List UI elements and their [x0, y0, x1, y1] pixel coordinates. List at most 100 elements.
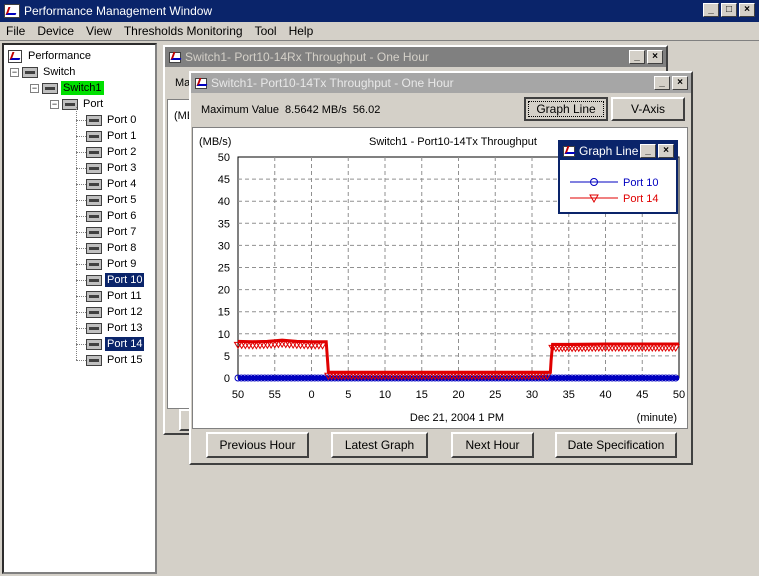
tree-connector: [76, 184, 86, 185]
tree-connector: [76, 312, 86, 313]
tree-item-label: Port 8: [107, 242, 137, 254]
tree-item-port[interactable]: Port 14: [86, 336, 145, 352]
x-tick-label: 10: [379, 389, 391, 401]
max-value-readout: Maximum Value 8.5642 MB/s 56.02: [201, 104, 380, 116]
window-icon: [195, 77, 207, 89]
tree-item-label: Port 12: [107, 306, 143, 318]
tree-item-port[interactable]: Port 2: [86, 144, 138, 160]
y-tick-label: 40: [218, 196, 230, 208]
collapse-icon[interactable]: −: [30, 83, 39, 93]
menu-device[interactable]: Device: [31, 24, 80, 38]
menu-file[interactable]: File: [0, 24, 31, 38]
graph-line-button[interactable]: Graph Line: [524, 97, 608, 121]
close-icon[interactable]: ×: [647, 50, 663, 64]
tree-connector: [76, 296, 86, 297]
tree-connector: [76, 328, 86, 329]
close-icon[interactable]: ×: [739, 3, 755, 17]
previous-hour-button[interactable]: Previous Hour: [206, 432, 309, 458]
tree-connector: [76, 200, 86, 201]
collapse-icon[interactable]: −: [10, 67, 19, 77]
x-tick-label: 45: [636, 389, 648, 401]
tree-item-label: Port 9: [107, 258, 137, 270]
x-tick-label: 0: [308, 389, 314, 401]
port-icon: [86, 290, 102, 302]
tree-item-port[interactable]: Port 5: [86, 192, 138, 208]
y-axis-label: (MB/s): [199, 136, 231, 148]
switch-icon: [42, 82, 58, 94]
legend-svg: Port 10 Port 14: [570, 177, 658, 205]
tree-item-port[interactable]: Port 11: [86, 288, 144, 304]
tree-item-port[interactable]: Port 7: [86, 224, 138, 240]
port-icon: [86, 338, 102, 350]
tree-item-port[interactable]: Port 6: [86, 208, 138, 224]
tree-item-label: Port 10: [105, 273, 145, 287]
tree-item-port[interactable]: Port 3: [86, 160, 138, 176]
tree-connector: [76, 264, 86, 265]
tree-item-label: Port 2: [107, 146, 137, 158]
tree-item-label: Port 14: [105, 337, 145, 351]
port-icon: [86, 210, 102, 222]
tree-item-switch1[interactable]: − Switch1: [30, 80, 104, 96]
tree-item-label: Port 6: [107, 210, 137, 222]
maximize-icon[interactable]: □: [721, 3, 737, 17]
v-axis-button[interactable]: V-Axis: [611, 97, 685, 121]
graph-line-legend-window[interactable]: Graph Line _ × Port 10 Port 14: [558, 140, 678, 214]
switch-icon: [22, 66, 38, 78]
menu-tool[interactable]: Tool: [249, 24, 283, 38]
app-titlebar: Performance Management Window _ □ ×: [0, 0, 759, 22]
tree-item-port[interactable]: Port 10: [86, 272, 145, 288]
tree-connector: [76, 152, 86, 153]
minimize-icon[interactable]: _: [640, 144, 656, 158]
port-icon: [86, 258, 102, 270]
date-specification-button[interactable]: Date Specification: [555, 432, 677, 458]
tree-item-port[interactable]: Port 0: [86, 112, 138, 128]
tree-item-port[interactable]: Port 9: [86, 256, 138, 272]
minimize-icon[interactable]: _: [703, 3, 719, 17]
tree-item-switch[interactable]: − Switch: [10, 64, 77, 80]
tree-connector: [76, 280, 86, 281]
tree-item-port[interactable]: Port 8: [86, 240, 138, 256]
device-tree[interactable]: Performance − Switch − Switch1 − Port Po…: [2, 43, 157, 574]
y-tick-label: 15: [218, 307, 230, 319]
tree-item-port[interactable]: Port 1: [86, 128, 138, 144]
port-icon: [86, 114, 102, 126]
minimize-icon[interactable]: _: [654, 76, 670, 90]
minimize-icon[interactable]: _: [629, 50, 645, 64]
tree-item-label: Port 0: [107, 114, 137, 126]
y-tick-label: 25: [218, 263, 230, 275]
close-icon[interactable]: ×: [672, 76, 688, 90]
tree-item-port[interactable]: Port 4: [86, 176, 138, 192]
max-value-label: Maximum Value: [201, 104, 280, 116]
legend-label: Port 10: [623, 177, 658, 189]
legend-label: Port 14: [623, 193, 658, 205]
x-tick-label: 55: [269, 389, 281, 401]
rx-window-titlebar[interactable]: Switch1- Port10-14Rx Throughput - One Ho…: [165, 47, 666, 67]
port-icon: [86, 306, 102, 318]
y-tick-label: 35: [218, 218, 230, 230]
y-tick-label: 0: [224, 373, 230, 385]
latest-graph-button[interactable]: Latest Graph: [331, 432, 428, 458]
y-tick-label: 45: [218, 174, 230, 186]
tree-item-port[interactable]: Port 13: [86, 320, 144, 336]
menu-bar: File Device View Thresholds Monitoring T…: [0, 22, 759, 41]
port-icon: [86, 178, 102, 190]
tree-item-port[interactable]: Port 15: [86, 352, 144, 368]
tree-item-performance[interactable]: Performance: [8, 48, 93, 64]
tree-item-port[interactable]: Port 12: [86, 304, 144, 320]
y-tick-label: 5: [224, 351, 230, 363]
next-hour-button[interactable]: Next Hour: [451, 432, 534, 458]
x-tick-label: 50: [673, 389, 685, 401]
menu-thresholds-monitoring[interactable]: Thresholds Monitoring: [118, 24, 249, 38]
collapse-icon[interactable]: −: [50, 99, 59, 109]
menu-view[interactable]: View: [80, 24, 118, 38]
y-tick-label: 30: [218, 240, 230, 252]
tree-item-port-group[interactable]: − Port: [50, 96, 105, 112]
tree-connector: [76, 107, 77, 360]
tx-window-titlebar[interactable]: Switch1- Port10-14Tx Throughput - One Ho…: [191, 73, 691, 93]
app-title: Performance Management Window: [24, 4, 213, 18]
rx-chart-area: (MB: [167, 99, 194, 409]
close-icon[interactable]: ×: [658, 144, 674, 158]
tree-item-label: Port 11: [107, 290, 142, 302]
legend-titlebar[interactable]: Graph Line _ ×: [560, 142, 676, 160]
menu-help[interactable]: Help: [283, 24, 320, 38]
